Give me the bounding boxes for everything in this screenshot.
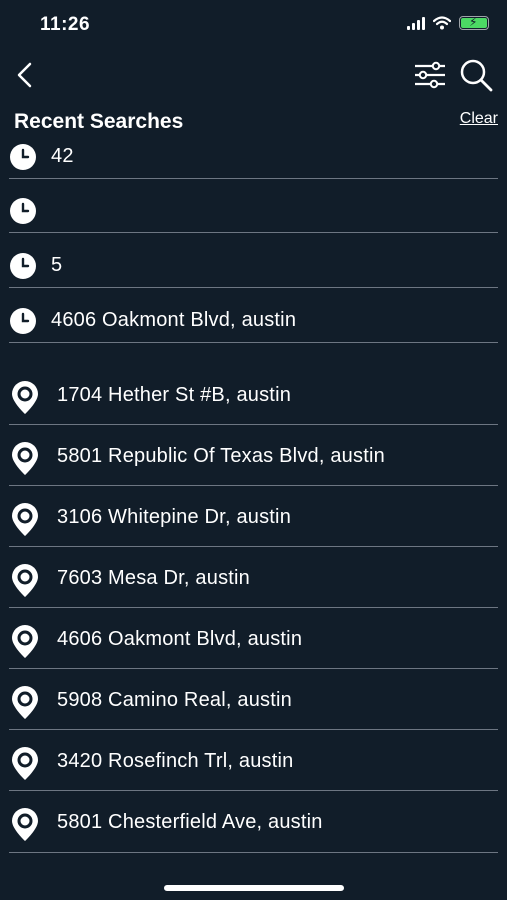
filter-button[interactable] <box>412 59 448 91</box>
clock-icon <box>9 307 37 335</box>
recent-search-item[interactable] <box>9 197 498 233</box>
clock-icon <box>9 252 37 280</box>
clear-button[interactable]: Clear <box>460 110 498 128</box>
section-title: Recent Searches <box>14 110 184 133</box>
recent-search-label: 42 <box>51 145 74 167</box>
search-icon <box>460 59 493 92</box>
battery-icon: ⚡ <box>459 15 489 30</box>
cellular-signal-icon <box>407 16 425 30</box>
sliders-icon <box>415 61 445 89</box>
recent-search-label: 4606 Oakmont Blvd, austin <box>51 309 297 331</box>
place-label: 3420 Rosefinch Trl, austin <box>57 750 294 772</box>
place-label: 5801 Republic Of Texas Blvd, austin <box>57 445 385 467</box>
place-item[interactable]: 5801 Chesterfield Ave, austin <box>9 791 498 853</box>
place-label: 1704 Hether St #B, austin <box>57 384 292 406</box>
location-pin-icon <box>9 746 41 782</box>
place-item[interactable]: 3420 Rosefinch Trl, austin <box>9 730 498 791</box>
back-button[interactable] <box>12 57 42 93</box>
place-item[interactable]: 4606 Oakmont Blvd, austin <box>9 608 498 669</box>
wifi-icon <box>433 16 451 30</box>
location-pin-icon <box>9 685 41 721</box>
place-label: 3106 Whitepine Dr, austin <box>57 506 292 528</box>
nav-bar <box>0 55 507 95</box>
location-pin-icon <box>9 624 41 660</box>
place-item[interactable]: 3106 Whitepine Dr, austin <box>9 486 498 547</box>
place-item[interactable]: 1704 Hether St #B, austin <box>9 364 498 425</box>
recent-search-item[interactable]: 5 <box>9 252 498 288</box>
location-pin-icon <box>9 807 41 843</box>
location-pin-icon <box>9 502 41 538</box>
place-label: 4606 Oakmont Blvd, austin <box>57 628 303 650</box>
location-pin-icon <box>9 563 41 599</box>
recent-search-item[interactable]: 42 <box>9 143 498 179</box>
recent-search-item[interactable]: 4606 Oakmont Blvd, austin <box>9 307 498 343</box>
place-label: 7603 Mesa Dr, austin <box>57 567 250 589</box>
place-label: 5908 Camino Real, austin <box>57 689 292 711</box>
place-item[interactable]: 5908 Camino Real, austin <box>9 669 498 730</box>
place-label: 5801 Chesterfield Ave, austin <box>57 811 323 833</box>
clock-icon <box>9 197 37 225</box>
clock-icon <box>9 143 37 171</box>
search-button[interactable] <box>458 57 494 93</box>
recent-searches-header: Recent Searches Clear <box>14 108 498 136</box>
status-icons: ⚡ <box>407 15 489 30</box>
place-item[interactable]: 7603 Mesa Dr, austin <box>9 547 498 608</box>
chevron-left-icon <box>17 62 32 88</box>
recent-search-label: 5 <box>51 254 63 276</box>
home-indicator[interactable] <box>164 885 344 891</box>
status-bar: 11:26 ⚡ <box>0 0 507 50</box>
status-time: 11:26 <box>40 14 91 35</box>
location-pin-icon <box>9 441 41 477</box>
place-item[interactable]: 5801 Republic Of Texas Blvd, austin <box>9 425 498 486</box>
location-pin-icon <box>9 380 41 416</box>
